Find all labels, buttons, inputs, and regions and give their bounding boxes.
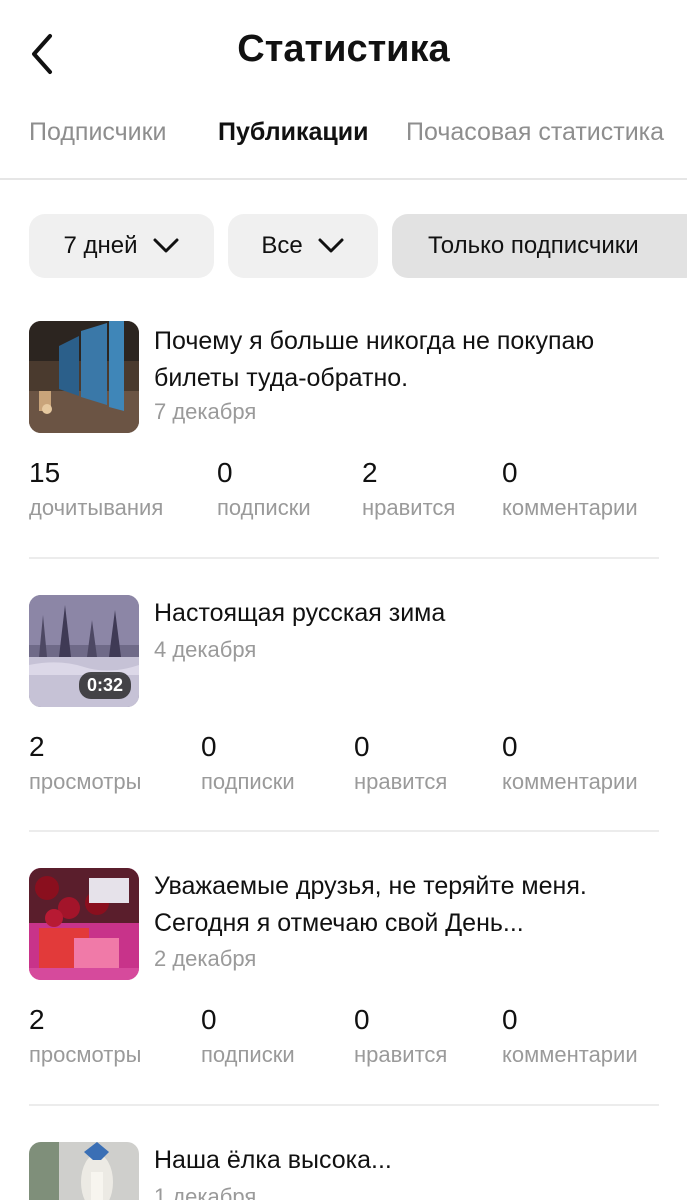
stat-value: 0 <box>354 1004 370 1035</box>
stat-value: 2 <box>29 731 45 762</box>
stat-label: просмотры <box>29 769 142 794</box>
subscribers-only-toggle[interactable]: Только подписчики <box>392 214 687 278</box>
stat-label: подписки <box>201 769 295 794</box>
stat-likes: 0 нравится <box>354 1004 447 1068</box>
stat-comments: 0 комментарии <box>502 457 638 521</box>
stat-value: 0 <box>201 731 217 762</box>
publication-date: 2 декабря <box>154 946 257 971</box>
video-duration-badge: 0:32 <box>78 672 131 699</box>
tab-bar: Подписчики Публикации Почасовая статисти… <box>0 104 687 180</box>
stat-value: 2 <box>362 457 378 488</box>
stat-label: дочитывания <box>29 495 164 520</box>
filter-bar: 7 дней Все Только подписчики <box>0 214 687 280</box>
header: Статистика <box>0 0 687 100</box>
stat-value: 0 <box>354 731 370 762</box>
stat-label: комментарии <box>502 1042 638 1067</box>
publication-date: 7 декабря <box>154 399 257 424</box>
stat-value: 0 <box>502 1004 518 1035</box>
publication-title: Настоящая русская зима <box>154 599 446 627</box>
stat-label: нравится <box>362 495 456 520</box>
tab-hourly-stats[interactable]: Почасовая статистика <box>406 118 664 147</box>
stat-subscriptions: 0 подписки <box>201 731 295 795</box>
publication-title: Почему я больше никогда не покупаю билет… <box>154 327 595 392</box>
divider <box>29 1104 659 1106</box>
stat-label: просмотры <box>29 1042 142 1067</box>
stat-label: подписки <box>217 495 311 520</box>
stat-comments: 0 комментарии <box>502 1004 638 1068</box>
publication-date: 1 декабря <box>154 1184 257 1200</box>
publication-title: Наша ёлка высока... <box>154 1146 392 1174</box>
publication-title: Уважаемые друзья, не теряйте меня. Сегод… <box>154 872 587 937</box>
publication-item[interactable]: Наша ёлка высока... 1 декабря <box>29 1142 659 1200</box>
type-label: Все <box>261 232 303 259</box>
divider <box>29 557 659 559</box>
stat-comments: 0 комментарии <box>502 731 638 795</box>
stat-value: 0 <box>502 457 518 488</box>
stat-label: нравится <box>354 1042 448 1067</box>
stat-label: комментарии <box>502 769 638 794</box>
type-dropdown[interactable]: Все <box>228 214 378 278</box>
stat-reads: 15 дочитывания <box>29 457 163 521</box>
publication-thumbnail: 0:32 <box>29 595 139 707</box>
publication-thumbnail <box>29 868 139 980</box>
stat-views: 2 просмотры <box>29 731 141 795</box>
stat-label: нравится <box>354 769 448 794</box>
period-label: 7 дней <box>63 232 138 259</box>
stat-value: 0 <box>217 457 233 488</box>
stat-value: 0 <box>201 1004 217 1035</box>
publication-thumbnail <box>29 321 139 433</box>
stat-likes: 2 нравится <box>362 457 455 521</box>
chevron-down-icon <box>153 238 179 253</box>
divider <box>29 830 659 832</box>
stat-value: 0 <box>502 731 518 762</box>
stat-value: 15 <box>29 457 61 488</box>
stat-subscriptions: 0 подписки <box>201 1004 295 1068</box>
stat-subscriptions: 0 подписки <box>217 457 311 521</box>
stat-value: 2 <box>29 1004 45 1035</box>
period-dropdown[interactable]: 7 дней <box>29 214 214 278</box>
publication-date: 4 декабря <box>154 637 257 662</box>
stat-views: 2 просмотры <box>29 1004 141 1068</box>
tab-publications[interactable]: Публикации <box>218 118 368 147</box>
publication-thumbnail <box>29 1142 139 1200</box>
stat-label: подписки <box>201 1042 295 1067</box>
tab-subscribers[interactable]: Подписчики <box>29 118 167 147</box>
chevron-down-icon <box>318 238 344 253</box>
stat-likes: 0 нравится <box>354 731 447 795</box>
stat-label: комментарии <box>502 495 638 520</box>
page-title: Статистика <box>237 28 450 70</box>
